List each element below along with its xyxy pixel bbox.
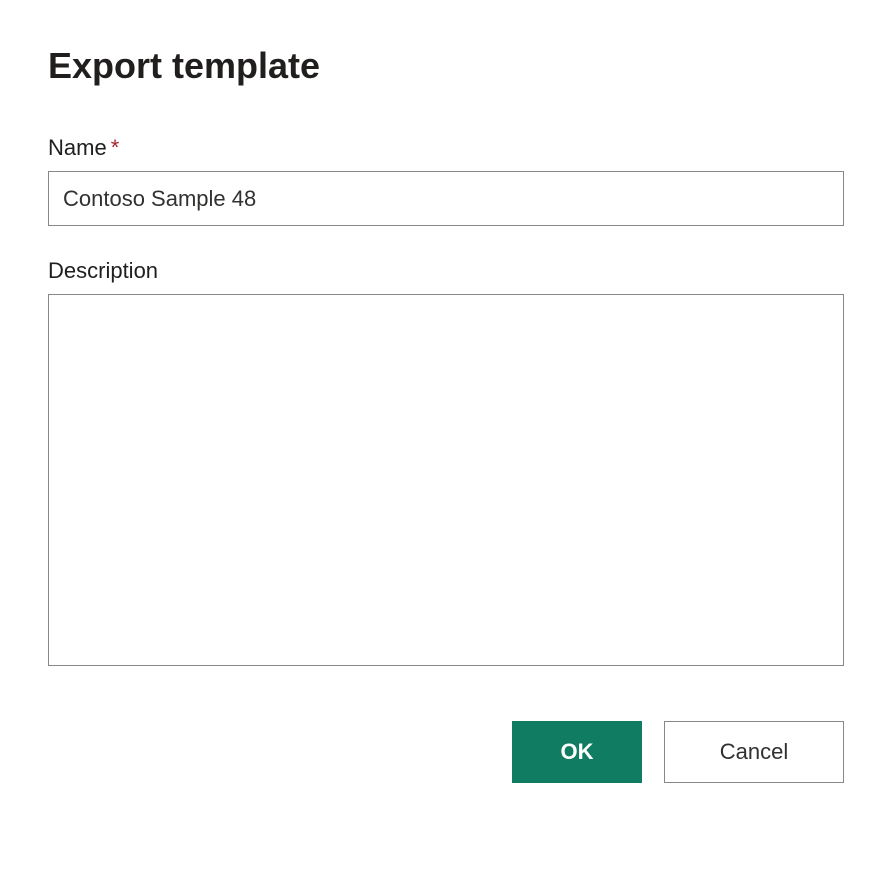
cancel-button[interactable]: Cancel [664, 721, 844, 783]
name-label: Name* [48, 135, 844, 161]
name-field-group: Name* [48, 135, 844, 226]
name-label-text: Name [48, 135, 107, 160]
button-row: OK Cancel [48, 721, 844, 783]
description-label: Description [48, 258, 844, 284]
name-input[interactable] [48, 171, 844, 226]
required-asterisk: * [111, 135, 120, 160]
ok-button[interactable]: OK [512, 721, 642, 783]
dialog-title: Export template [48, 45, 844, 87]
description-textarea[interactable] [48, 294, 844, 666]
description-field-group: Description [48, 258, 844, 671]
